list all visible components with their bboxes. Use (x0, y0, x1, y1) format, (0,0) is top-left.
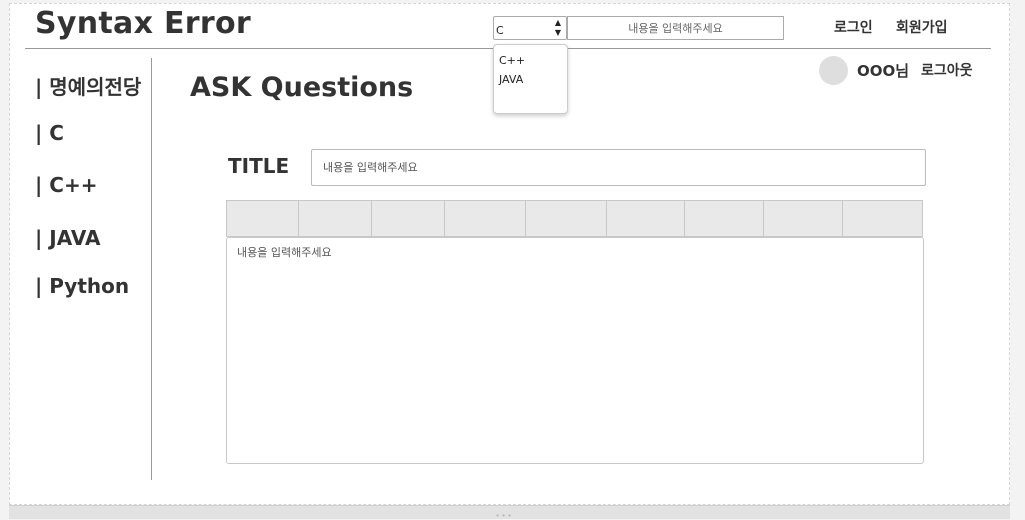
signup-link[interactable]: 회원가입 (896, 17, 948, 37)
search-input[interactable]: 내용을 입력해주세요 (567, 16, 784, 40)
updown-arrow-icon: ▲ ▼ (554, 18, 561, 37)
language-select[interactable]: C ▲ ▼ (493, 16, 567, 40)
toolbar-button[interactable] (685, 201, 764, 236)
toolbar-button[interactable] (764, 201, 843, 236)
toolbar-button[interactable] (607, 201, 685, 236)
search-placeholder: 내용을 입력해주세요 (628, 22, 723, 35)
toolbar-button[interactable] (299, 201, 372, 236)
toolbar-button[interactable] (445, 201, 526, 236)
sidebar-item-python[interactable]: | Python (35, 274, 129, 298)
user-name: OOO님 (857, 62, 910, 80)
sidebar-item-c[interactable]: | C (35, 121, 64, 145)
page-title: ASK Questions (190, 72, 414, 103)
toolbar-button[interactable] (372, 201, 445, 236)
avatar (819, 56, 848, 85)
language-dropdown: C++ JAVA (493, 44, 568, 114)
toolbar-button[interactable] (227, 201, 299, 236)
editor-toolbar (226, 200, 923, 237)
title-input[interactable]: 내용을 입력해주세요 (311, 149, 926, 186)
resize-handle-icon[interactable]: ∙∙∙ (493, 512, 515, 520)
title-label: TITLE (228, 154, 290, 178)
editor-placeholder: 내용을 입력해주세요 (237, 246, 332, 259)
logout-link[interactable]: 로그아웃 (921, 60, 973, 80)
content-editor[interactable]: 내용을 입력해주세요 (226, 237, 924, 464)
sidebar-item-hall-of-fame[interactable]: | 명예의전당 (35, 71, 141, 100)
site-logo[interactable]: Syntax Error (35, 6, 251, 41)
sidebar-item-cpp[interactable]: | C++ (35, 173, 97, 197)
dropdown-option-java[interactable]: JAVA (499, 73, 523, 86)
toolbar-button[interactable] (526, 201, 607, 236)
dropdown-option-cpp[interactable]: C++ (499, 54, 525, 67)
sidebar-divider (151, 58, 152, 480)
login-link[interactable]: 로그인 (834, 17, 873, 37)
language-select-value: C (496, 24, 504, 37)
sidebar-item-java[interactable]: | JAVA (35, 226, 100, 250)
